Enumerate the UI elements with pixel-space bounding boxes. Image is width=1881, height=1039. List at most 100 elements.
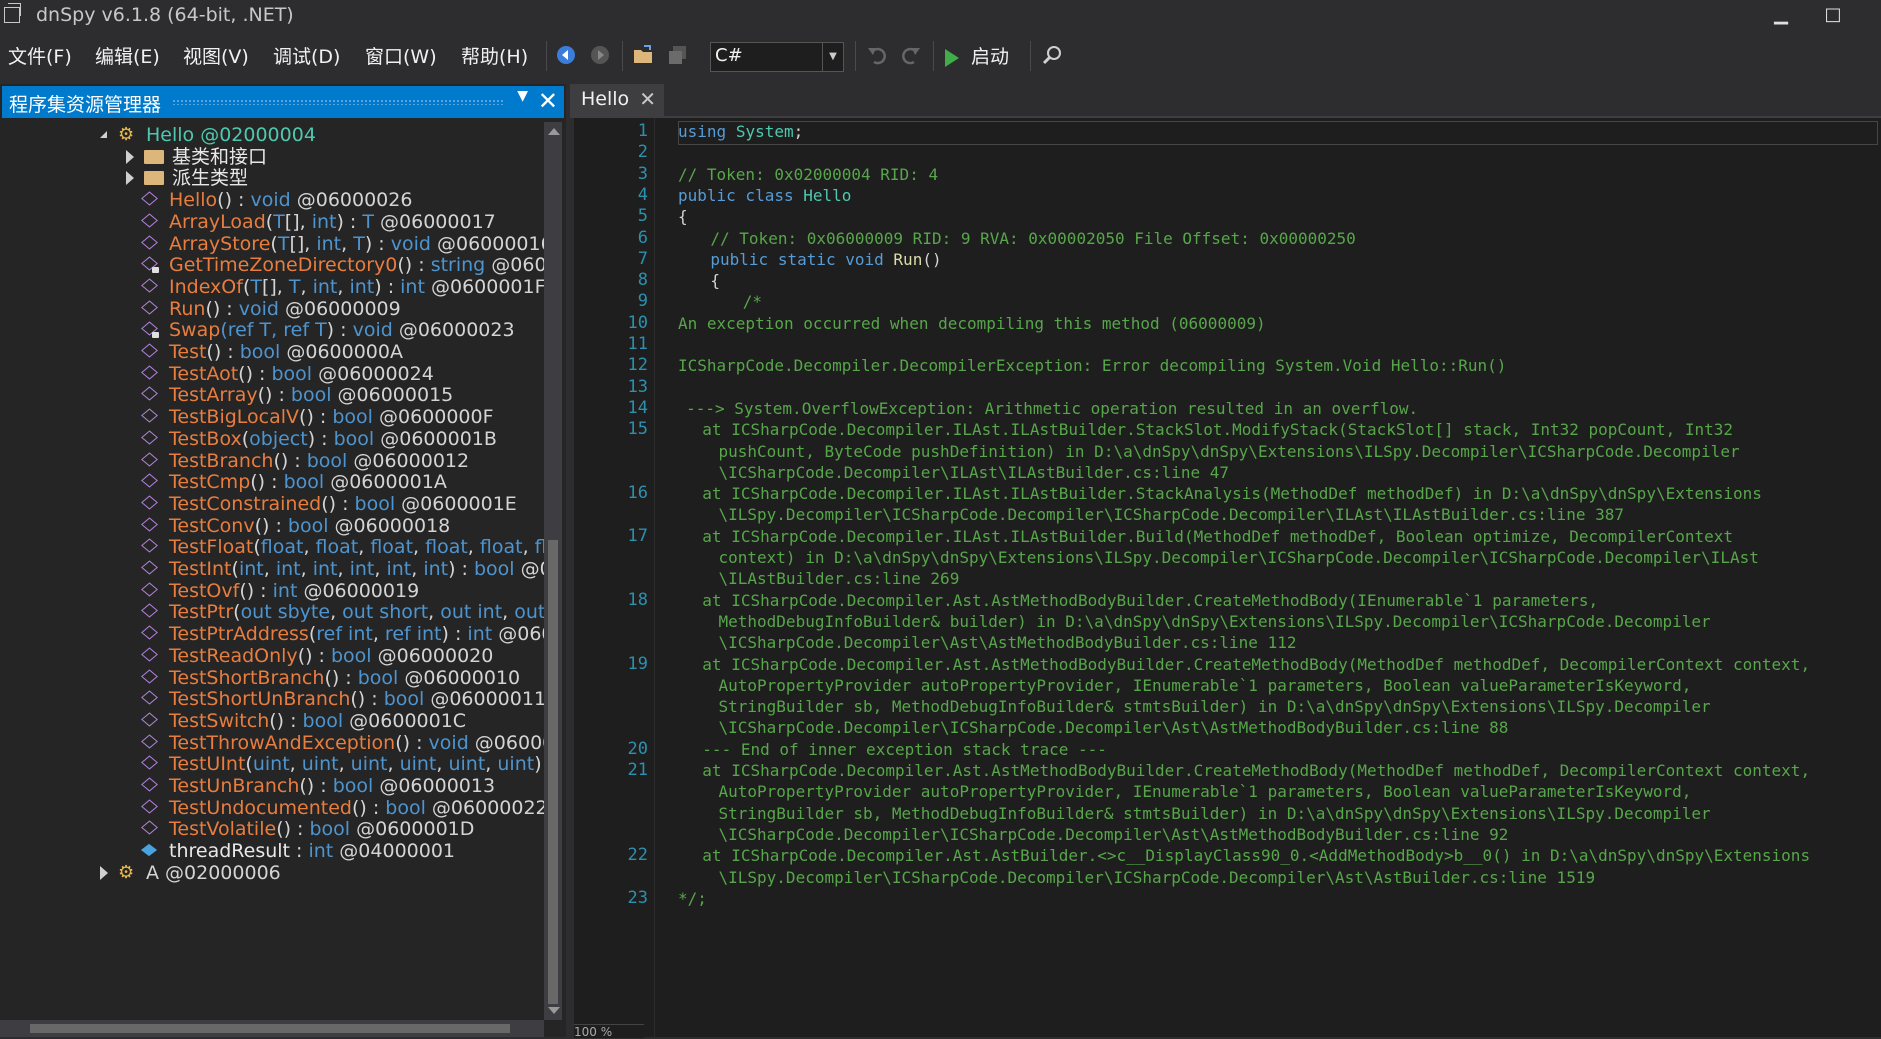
- language-select[interactable]: C# ▼: [710, 42, 844, 72]
- menu-file[interactable]: 文件(F): [8, 42, 72, 69]
- minimize-button[interactable]: ▁: [1758, 0, 1804, 32]
- code-token: // Token: 0x06000009 RID: 9 RVA: 0x00002…: [710, 228, 1356, 248]
- menu-debug[interactable]: 调试(D): [273, 42, 340, 69]
- label-part: [],: [261, 275, 289, 298]
- vertical-scrollbar[interactable]: [544, 122, 562, 1020]
- label-part: TestInt: [169, 558, 232, 580]
- code-token: StringBuilder sb, MethodDebugInfoBuilder…: [718, 803, 1711, 823]
- undo-icon[interactable]: [865, 44, 889, 68]
- app-icon[interactable]: [4, 3, 21, 23]
- folder-icon: [144, 149, 164, 164]
- label-part: T: [250, 275, 262, 298]
- tab-hello[interactable]: Hello ✕: [570, 84, 664, 116]
- menu-edit[interactable]: 编辑(E): [95, 42, 160, 69]
- label-part: @0600001A: [324, 471, 447, 494]
- menu-view[interactable]: 视图(V): [183, 42, 249, 69]
- code-token: Hello: [803, 185, 852, 205]
- document-tabs: Hello ✕: [570, 84, 1881, 116]
- label-part: float: [534, 536, 544, 559]
- label-part: ,: [263, 558, 276, 580]
- code-token: at ICSharpCode.Decompiler.ILAst.ILAstBui…: [702, 420, 1734, 440]
- expander-closed-icon[interactable]: [126, 171, 134, 186]
- horizontal-scrollbar[interactable]: [0, 1020, 544, 1037]
- code-line: public class Hello: [678, 185, 851, 207]
- open-folder-icon[interactable]: [632, 44, 656, 68]
- menu-window[interactable]: 窗口(W): [365, 42, 437, 69]
- expander-closed-icon[interactable]: [100, 865, 108, 880]
- code-token: at ICSharpCode.Decompiler.Ast.AstMethodB…: [702, 761, 1811, 780]
- label-part: @06000023: [392, 319, 515, 342]
- label-part: Hello: [169, 189, 218, 212]
- assembly-tree[interactable]: ⚙ Hello @02000004 基类和接口 派生类型 Hello() : void …: [0, 122, 544, 1020]
- label-part: void: [390, 232, 431, 255]
- redo-icon[interactable]: [899, 44, 923, 68]
- code-line: \ILSpy.Decompiler\ICSharpCode.Decompiler…: [719, 504, 1624, 526]
- code-token: StringBuilder sb, MethodDebugInfoBuilder…: [718, 697, 1711, 717]
- class-icon: ⚙: [118, 861, 135, 883]
- code-token: \ILAstBuilder.cs:line 269: [718, 569, 960, 589]
- scroll-down-icon[interactable]: [548, 1007, 560, 1014]
- label-part: uint: [301, 753, 339, 776]
- search-icon[interactable]: [1040, 44, 1064, 68]
- label-part: @06000010: [398, 666, 521, 689]
- method-icon: [141, 538, 159, 556]
- chevron-down-icon[interactable]: ▼: [822, 43, 843, 71]
- label-part: @06000016: [430, 232, 544, 255]
- drag-grip[interactable]: [172, 99, 504, 105]
- close-icon[interactable]: ✕: [639, 87, 656, 111]
- label-part: () :: [257, 384, 291, 407]
- scroll-up-icon[interactable]: [548, 128, 560, 135]
- line-number: 4: [637, 184, 648, 205]
- tree-item[interactable]: ⚙ A @02000006: [100, 860, 544, 886]
- label-part: ,: [374, 558, 387, 580]
- dropdown-arrow-icon[interactable]: ▼: [517, 88, 528, 104]
- navigate-forward-icon[interactable]: [588, 44, 612, 68]
- expander-closed-icon[interactable]: [126, 149, 134, 164]
- label-part: T: [315, 319, 327, 342]
- label-part: @04000001: [333, 840, 456, 863]
- label-part: () :: [269, 709, 303, 732]
- save-all-icon[interactable]: [666, 44, 690, 68]
- maximize-button[interactable]: □: [1810, 0, 1856, 32]
- code-token: An exception occurred when decompiling t…: [678, 313, 1266, 333]
- code-token: ;: [793, 122, 804, 141]
- zoom-level[interactable]: 100 %: [574, 1024, 644, 1039]
- label-part: int: [308, 840, 334, 863]
- scroll-thumb[interactable]: [30, 1024, 510, 1033]
- code-text[interactable]: using System; // Token: 0x02000004 RID: 4…: [678, 118, 1878, 1037]
- code-line: \ICSharpCode.Decompiler\ICSharpCode.Deco…: [719, 824, 1509, 846]
- method-icon: [141, 647, 159, 665]
- label-part: uint: [350, 753, 388, 776]
- label-part: void: [250, 189, 291, 212]
- code-token: AutoPropertyProvider autoPropertyProvide…: [718, 782, 1692, 802]
- code-token: \ICSharpCode.Decompiler\ICSharpCode.Deco…: [718, 718, 1509, 738]
- label-part: (: [245, 753, 253, 776]
- scroll-thumb[interactable]: [548, 540, 558, 1004]
- label-part: TestBranch: [169, 449, 274, 472]
- code-editor[interactable]: 1 2 3 4 5 6 7 8 9 10 11 12 13 14 15 16 17 18 19 20 21 22 23 us…: [574, 118, 1881, 1037]
- label-part: ,: [300, 275, 313, 298]
- menu-help[interactable]: 帮助(H): [461, 42, 528, 69]
- label-part: TestFloat: [169, 536, 254, 559]
- label-part: ,: [387, 753, 400, 776]
- run-button[interactable]: 启动: [945, 42, 1009, 70]
- expander-open-icon[interactable]: [100, 131, 107, 138]
- code-line: \ICSharpCode.Decompiler\ICSharpCode.Deco…: [719, 717, 1509, 739]
- label-part: () :: [397, 254, 431, 277]
- label-part: @06000024: [312, 362, 434, 385]
- code-line: pushCount, ByteCode pushDefinition) in D…: [719, 441, 1740, 463]
- label-part: int: [311, 210, 337, 233]
- label-part: int: [467, 623, 493, 646]
- line-number: 8: [637, 270, 648, 291]
- label-part: int: [349, 275, 375, 298]
- label-part: out short: [342, 601, 429, 624]
- label-part: ,: [467, 536, 480, 559]
- code-line: {: [710, 270, 720, 292]
- run-label: 启动: [971, 46, 1010, 68]
- close-icon[interactable]: ✕: [538, 87, 558, 115]
- navigate-back-icon[interactable]: [554, 44, 578, 68]
- code-line: /*: [743, 291, 762, 313]
- label-part: @06000018: [328, 514, 451, 537]
- label-part: @0600001C: [343, 709, 467, 732]
- label-part: TestBigLocalV: [169, 406, 300, 429]
